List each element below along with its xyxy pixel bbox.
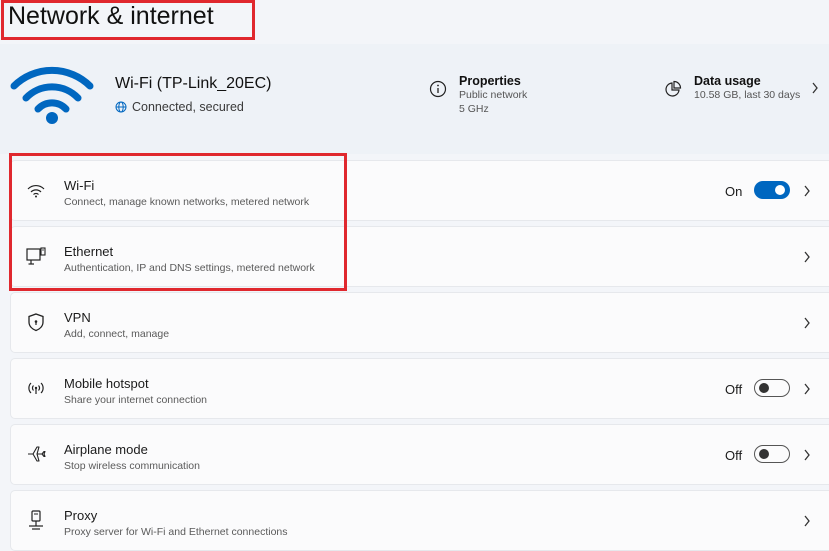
row-title: Airplane mode xyxy=(64,442,148,457)
globe-icon xyxy=(115,101,127,113)
wifi-toggle[interactable] xyxy=(754,181,790,199)
setting-row-mobile-hotspot[interactable]: Mobile hotspot Share your internet conne… xyxy=(10,358,829,419)
data-usage-title: Data usage xyxy=(694,74,761,88)
setting-row-airplane-mode[interactable]: Airplane mode Stop wireless communicatio… xyxy=(10,424,829,485)
toggle-knob xyxy=(759,382,769,393)
proxy-icon xyxy=(29,510,43,530)
row-title: Mobile hotspot xyxy=(64,376,149,391)
row-title: VPN xyxy=(64,310,91,325)
chevron-right-icon xyxy=(804,185,810,197)
hotspot-icon xyxy=(28,382,44,394)
network-status: Connected, secured xyxy=(115,100,244,114)
properties-band: 5 GHz xyxy=(459,103,489,115)
chevron-right-icon xyxy=(804,383,810,395)
network-status-text: Connected, secured xyxy=(132,100,244,114)
toggle-knob xyxy=(759,448,769,459)
toggle-knob xyxy=(775,185,785,195)
setting-row-proxy[interactable]: Proxy Proxy server for Wi-Fi and Etherne… xyxy=(10,490,829,551)
properties-title: Properties xyxy=(459,74,521,88)
airplane-icon xyxy=(28,446,46,462)
pie-chart-icon xyxy=(665,80,682,97)
mobile-hotspot-toggle[interactable] xyxy=(754,379,790,397)
row-title: Proxy xyxy=(64,508,98,523)
chevron-right-icon xyxy=(804,449,810,461)
airplane-mode-toggle[interactable] xyxy=(754,445,790,463)
row-subtitle: Share your internet connection xyxy=(64,394,208,406)
row-subtitle: Proxy server for Wi-Fi and Ethernet conn… xyxy=(64,526,288,538)
setting-row-vpn[interactable]: VPN Add, connect, manage xyxy=(10,292,829,353)
data-usage-link[interactable]: Data usage 10.58 GB, last 30 days xyxy=(664,74,800,102)
shield-icon xyxy=(28,313,44,332)
row-subtitle: Stop wireless communication xyxy=(64,460,200,472)
info-icon xyxy=(429,80,447,98)
toggle-state-label: On xyxy=(725,184,743,199)
highlight-box-title xyxy=(1,0,255,40)
chevron-right-icon xyxy=(804,251,810,263)
row-subtitle: Add, connect, manage xyxy=(64,328,170,340)
chevron-right-icon xyxy=(804,317,810,329)
network-name[interactable]: Wi-Fi (TP-Link_20EC) xyxy=(115,75,271,93)
properties-link[interactable]: Properties Public network 5 GHz xyxy=(429,74,527,116)
toggle-state-label: Off xyxy=(725,382,743,397)
chevron-right-icon xyxy=(804,515,810,527)
chevron-right-icon[interactable] xyxy=(810,80,820,96)
toggle-state-label: Off xyxy=(725,448,743,463)
properties-network-type: Public network xyxy=(459,89,528,101)
data-usage-amount: 10.58 GB, last 30 days xyxy=(694,89,801,101)
wifi-large-icon xyxy=(10,66,94,124)
highlight-box-rows xyxy=(9,153,347,291)
